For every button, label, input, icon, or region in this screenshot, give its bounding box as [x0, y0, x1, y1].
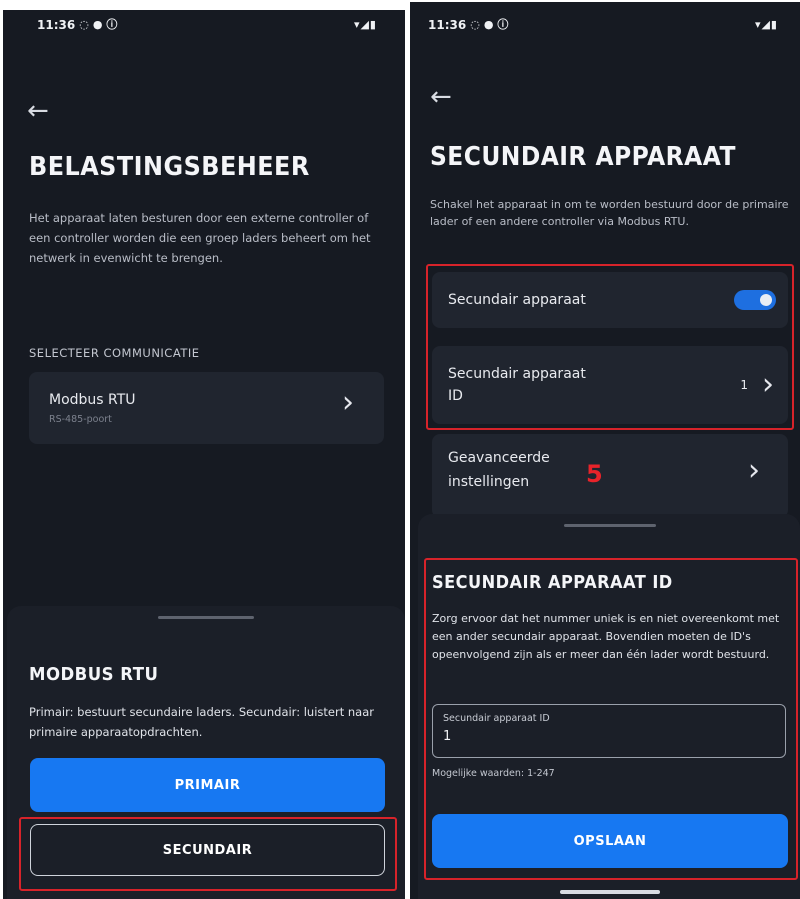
advanced-label-line2: instellingen — [448, 474, 530, 490]
info-icon: ⓘ — [106, 18, 118, 31]
sheet-description: Zorg ervoor dat het nummer uniek is en n… — [432, 612, 780, 661]
secondary-device-toggle[interactable] — [734, 290, 776, 310]
primary-button[interactable]: PRIMAIR — [30, 758, 385, 812]
section-label-communication: SELECTEER COMMUNICATIE — [29, 346, 200, 360]
notification-icon: ● — [92, 18, 103, 31]
save-button[interactable]: OPSLAAN — [432, 814, 788, 868]
chevron-right-icon: › — [342, 385, 354, 420]
secondary-id-input[interactable]: Secundair apparaat ID 1 — [432, 704, 786, 758]
system-icons: ▾◢▮ — [353, 18, 377, 31]
right-phone-screen: 11:36 ◌ ● ⓘ ▾◢▮ ← SECUNDAIR APPARAAT Sch… — [410, 2, 800, 899]
input-label: Secundair apparaat ID — [443, 713, 550, 724]
page-title: BELASTINGSBEHEER — [29, 152, 310, 182]
modbus-bottom-sheet: MODBUS RTU Primair: bestuurt secundaire … — [7, 606, 405, 899]
whatsapp-icon: ◌ — [79, 18, 89, 31]
back-arrow-icon[interactable]: ← — [430, 84, 452, 110]
chevron-right-icon: › — [748, 453, 760, 488]
secondary-button[interactable]: SECUNDAIR — [30, 824, 385, 876]
secondary-device-id-row[interactable]: Secundair apparaat ID 1 › — [432, 346, 788, 424]
clock: 11:36 — [37, 18, 76, 32]
system-icons: ▾◢▮ — [754, 18, 778, 31]
toggle-label: Secundair apparaat — [448, 292, 586, 308]
page-description: Schakel het apparaat in om te worden bes… — [430, 198, 789, 228]
advanced-label-line1: Geavanceerde — [448, 450, 550, 466]
comm-item-modbus-rtu[interactable]: Modbus RTU RS-485-poort › — [29, 372, 384, 444]
left-phone-screen: 11:36 ◌ ● ⓘ ▾◢▮ ← BELASTINGSBEHEER Het a… — [3, 10, 405, 899]
notification-icon: ● — [483, 18, 494, 31]
secondary-id-bottom-sheet: SECUNDAIR APPARAAT ID Zorg ervoor dat he… — [418, 514, 800, 899]
toggle-knob — [760, 294, 772, 306]
chevron-right-icon: › — [762, 367, 774, 402]
back-arrow-icon[interactable]: ← — [27, 98, 49, 124]
status-bar: 11:36 ◌ ● ⓘ ▾◢▮ — [410, 10, 800, 40]
step-annotation: 5 — [586, 460, 603, 488]
id-row-label-line1: Secundair apparaat — [448, 366, 586, 382]
comm-item-subtitle: RS-485-poort — [49, 414, 112, 425]
clock: 11:36 — [428, 18, 467, 32]
sheet-title: MODBUS RTU — [29, 664, 159, 685]
sheet-description: Primair: bestuurt secundaire laders. Sec… — [29, 705, 374, 739]
input-hint: Mogelijke waarden: 1-247 — [432, 768, 555, 779]
status-bar: 11:36 ◌ ● ⓘ ▾◢▮ — [3, 10, 405, 40]
sheet-title: SECUNDAIR APPARAAT ID — [432, 572, 673, 593]
secondary-device-toggle-row[interactable]: Secundair apparaat — [432, 272, 788, 328]
whatsapp-icon: ◌ — [470, 18, 480, 31]
sheet-handle[interactable] — [564, 524, 656, 527]
home-indicator[interactable] — [560, 890, 660, 894]
id-row-value: 1 — [740, 378, 748, 392]
id-row-label-line2: ID — [448, 388, 463, 404]
comm-item-title: Modbus RTU — [49, 392, 136, 408]
sheet-handle[interactable] — [158, 616, 254, 619]
input-value: 1 — [443, 729, 452, 744]
page-description: Het apparaat laten besturen door een ext… — [29, 211, 371, 265]
page-title: SECUNDAIR APPARAAT — [430, 142, 736, 172]
info-icon: ⓘ — [497, 18, 509, 31]
advanced-settings-row[interactable]: Geavanceerde instellingen › — [432, 434, 788, 518]
